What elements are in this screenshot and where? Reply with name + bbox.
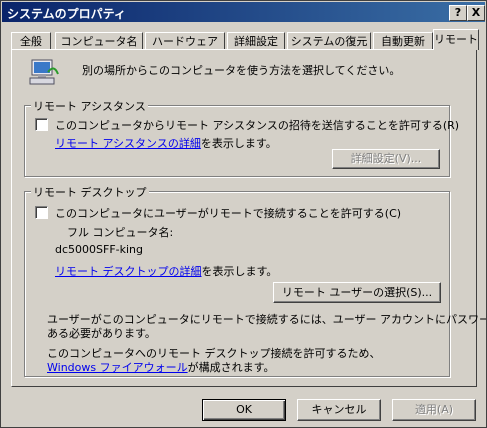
tab-system-restore[interactable]: システムの復元	[287, 32, 371, 50]
full-computer-name-value: dc5000SFF-king	[55, 243, 144, 256]
remote-desktop-checkbox[interactable]	[35, 206, 48, 219]
remote-assistance-checkbox[interactable]	[35, 118, 48, 131]
remote-desktop-details-suffix: を表示します。	[201, 265, 278, 278]
tab-automatic-updates[interactable]: 自動更新	[373, 32, 433, 50]
intro-text: 別の場所からこのコンピュータを使う方法を選択してください。	[82, 64, 401, 77]
tab-advanced[interactable]: 詳細設定	[227, 32, 285, 50]
tab-remote[interactable]: リモート	[433, 29, 479, 50]
help-button[interactable]: ?	[449, 5, 467, 21]
remote-desktop-group: リモート デスクトップ このコンピュータにユーザーがリモートで接続することを許可…	[24, 184, 486, 377]
advanced-settings-button[interactable]: 詳細設定(V)...	[332, 149, 440, 169]
remote-computer-icon	[28, 58, 60, 88]
full-computer-name-label: フル コンピュータ名:	[67, 226, 174, 239]
remote-assistance-group: リモート アシスタンス このコンピュータからリモート アシスタンスの招待を送信す…	[24, 98, 459, 177]
firewall-note-line2: Windows ファイアウォールが構成されます。	[47, 359, 275, 375]
apply-button[interactable]: 適用(A)	[392, 399, 476, 421]
remote-assistance-details-line: リモート アシスタンスの詳細を表示します。	[55, 135, 277, 151]
remote-assistance-details-suffix: を表示します。	[200, 137, 277, 150]
remote-desktop-checkbox-label[interactable]: このコンピュータにユーザーがリモートで接続することを許可する(C)	[55, 205, 401, 221]
password-note-line2: ある必要があります。	[47, 327, 156, 340]
window-title: システムのプロパティ	[7, 7, 126, 21]
windows-firewall-link[interactable]: Windows ファイアウォール	[47, 361, 188, 374]
ok-button[interactable]: OK	[202, 399, 286, 421]
tab-strip: 全般 コンピュータ名 ハードウェア 詳細設定 システムの復元 自動更新 リモート	[9, 29, 479, 50]
close-button[interactable]: X	[467, 5, 485, 21]
remote-desktop-group-label: リモート デスクトップ	[31, 184, 149, 200]
remote-tab-panel: 別の場所からこのコンピュータを使う方法を選択してください。 リモート アシスタン…	[11, 49, 486, 387]
remote-desktop-details-line: リモート デスクトップの詳細を表示します。	[55, 263, 277, 279]
remote-assistance-group-label: リモート アシスタンス	[31, 98, 148, 114]
remote-assistance-details-link[interactable]: リモート アシスタンスの詳細	[55, 137, 201, 150]
tab-computer-name[interactable]: コンピュータ名	[55, 32, 143, 50]
tab-hardware[interactable]: ハードウェア	[145, 32, 225, 50]
firewall-note-suffix: が構成されます。	[187, 361, 275, 374]
cancel-button[interactable]: キャンセル	[297, 399, 381, 421]
remote-desktop-details-link[interactable]: リモート デスクトップの詳細	[55, 265, 202, 278]
select-remote-users-button[interactable]: リモート ユーザーの選択(S)...	[273, 282, 441, 303]
remote-assistance-checkbox-label[interactable]: このコンピュータからリモート アシスタンスの招待を送信することを許可する(R)	[55, 117, 459, 133]
title-bar[interactable]: システムのプロパティ ? X	[2, 2, 485, 22]
system-properties-window: システムのプロパティ ? X 全般 コンピュータ名 ハードウェア 詳細設定 シス…	[0, 0, 487, 428]
tab-general[interactable]: 全般	[11, 32, 51, 50]
